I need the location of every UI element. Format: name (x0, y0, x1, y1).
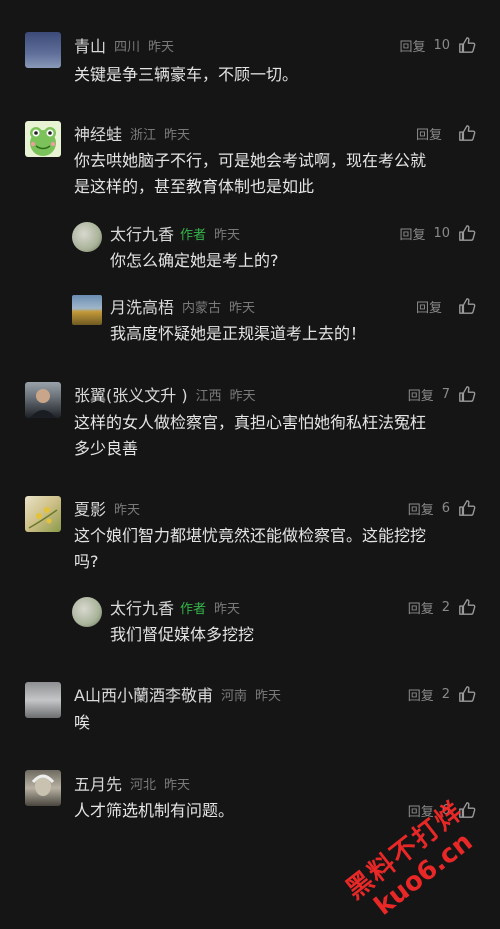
author-badge: 作者 (180, 601, 207, 617)
comment-item: 青山 四川 昨天 回复 10 关键是争三辆豪车，不顾一切。 (0, 0, 500, 100)
comment-text: 你怎么确定她是考上的? (110, 251, 279, 270)
location-label: 浙江 (130, 127, 157, 143)
frog-avatar-image (30, 127, 56, 156)
avatar[interactable] (25, 682, 61, 718)
time-label: 昨天 (229, 300, 256, 316)
location-label: 内蒙古 (182, 300, 222, 316)
thumbs-up-icon[interactable] (458, 224, 476, 242)
comment-text: 唉 (74, 713, 91, 732)
comment-text-line: 吗? (74, 552, 99, 571)
comment-text: 人才筛选机制有问题。 (74, 801, 235, 820)
time-label: 昨天 (164, 777, 191, 793)
reply-item: 月洗高梧 内蒙古 昨天 回复 我高度怀疑她是正规渠道考上去的！ (0, 285, 500, 355)
comment-text-line: 这个娘们智力都堪忧竟然还能做检察官。这能挖挖 (74, 526, 427, 545)
user-name[interactable]: 太行九香 (110, 595, 174, 619)
thumbs-up-icon[interactable] (458, 36, 476, 54)
reply-button[interactable]: 回复 (416, 297, 442, 316)
avatar[interactable] (72, 597, 102, 627)
time-label: 昨天 (214, 227, 241, 243)
author-badge: 作者 (180, 227, 207, 243)
location-label: 江西 (195, 388, 222, 404)
avatar[interactable] (25, 770, 61, 806)
person-avatar-image (30, 389, 56, 418)
like-count: 2 (441, 686, 450, 702)
time-label: 昨天 (164, 127, 191, 143)
avatar[interactable] (25, 496, 61, 532)
thumbs-up-icon[interactable] (458, 598, 476, 616)
like-count: 10 (433, 37, 450, 53)
thumbs-up-icon[interactable] (458, 297, 476, 315)
avatar[interactable] (25, 382, 61, 418)
user-name[interactable]: 张翼(张义文升 ) (74, 382, 188, 406)
time-label: 昨天 (214, 601, 241, 617)
avatar[interactable] (25, 121, 61, 157)
comment-text: 关键是争三辆豪车，不顾一切。 (74, 65, 299, 84)
thumbs-up-icon[interactable] (458, 124, 476, 142)
like-count: 7 (441, 386, 450, 402)
comment-item: A山西小蘭酒李敬甫 河南 昨天 回复 2 唉 (0, 670, 500, 750)
comment-text-line: 是这样的，甚至教育体制也是如此 (74, 177, 315, 196)
time-label: 昨天 (148, 39, 175, 55)
comment-item: 神经蛙 浙江 昨天 回复 你去哄她脑子不行，可是她会考试啊，现在考公就 是这样的… (0, 110, 500, 220)
comment-text-line: 你去哄她脑子不行，可是她会考试啊，现在考公就 (74, 151, 427, 170)
reply-button[interactable]: 回复 (399, 224, 425, 243)
comment-text: 我们督促媒体多挖挖 (110, 625, 255, 644)
user-name[interactable]: 青山 (74, 33, 106, 57)
comment-text: 我高度怀疑她是正规渠道考上去的！ (110, 324, 367, 343)
flower-avatar-image (28, 507, 58, 529)
reply-item: 太行九香 作者 昨天 回复 2 我们督促媒体多挖挖 (0, 585, 500, 655)
reply-button[interactable]: 回复 (416, 124, 442, 143)
like-count: 2 (441, 599, 450, 615)
user-name[interactable]: 神经蛙 (74, 121, 122, 145)
avatar[interactable] (72, 222, 102, 252)
like-count: 10 (433, 225, 450, 241)
user-name[interactable]: 月洗高梧 (110, 294, 174, 318)
thumbs-up-icon[interactable] (458, 499, 476, 517)
location-label: 河北 (130, 777, 157, 793)
portrait-avatar-image (31, 774, 55, 796)
reply-button[interactable]: 回复 (408, 385, 434, 404)
user-name[interactable]: A山西小蘭酒李敬甫 (74, 682, 213, 706)
like-count: 6 (441, 500, 450, 516)
reply-button[interactable]: 回复 (399, 36, 425, 55)
thumbs-up-icon[interactable] (458, 385, 476, 403)
reply-button[interactable]: 回复 (408, 499, 434, 518)
time-label: 昨天 (114, 502, 141, 518)
comment-text-line: 这样的女人做检察官，真担心害怕她徇私枉法冤枉 (74, 413, 427, 432)
user-name[interactable]: 太行九香 (110, 221, 174, 245)
time-label: 昨天 (254, 688, 281, 704)
user-name[interactable]: 五月先 (74, 771, 122, 795)
reply-item: 太行九香 作者 昨天 回复 10 你怎么确定她是考上的? (0, 210, 500, 280)
reply-button[interactable]: 回复 (408, 685, 434, 704)
location-label: 河南 (220, 688, 247, 704)
time-label: 昨天 (229, 388, 256, 404)
comment-item: 夏影 昨天 回复 6 这个娘们智力都堪忧竟然还能做检察官。这能挖挖 吗? (0, 485, 500, 595)
location-label: 四川 (114, 39, 141, 55)
avatar[interactable] (72, 295, 102, 325)
reply-button[interactable]: 回复 (408, 598, 434, 617)
comment-text-line: 多少良善 (74, 439, 139, 458)
comment-item: 张翼(张义文升 ) 江西 昨天 回复 7 这样的女人做检察官，真担心害怕她徇私枉… (0, 370, 500, 480)
user-name[interactable]: 夏影 (74, 496, 106, 520)
thumbs-up-icon[interactable] (458, 685, 476, 703)
avatar[interactable] (25, 32, 61, 68)
